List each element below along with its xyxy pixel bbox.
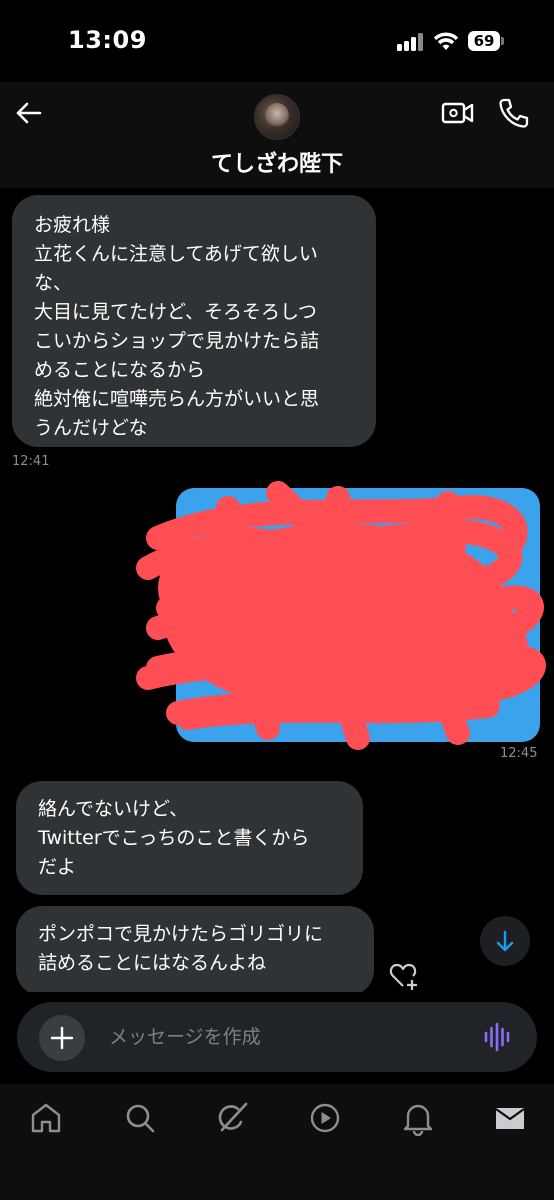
message-line: だよ	[38, 856, 77, 878]
contact-name[interactable]: てしざわ陛下	[0, 146, 554, 178]
add-reaction-heart-icon[interactable]	[388, 960, 420, 992]
message-line: 詰めることにはなるんよね	[38, 952, 267, 974]
battery-icon: 69	[468, 31, 504, 51]
cellular-signal-icon	[397, 33, 427, 51]
message-line: めることになるから	[34, 359, 206, 381]
video-call-icon[interactable]	[440, 96, 476, 130]
status-time: 13:09	[68, 26, 147, 54]
message-line: こいからショップで見かけたら詰	[34, 330, 320, 352]
back-arrow-icon[interactable]	[12, 96, 46, 130]
wifi-icon	[433, 32, 459, 50]
message-composer	[17, 1002, 537, 1072]
phone-call-icon[interactable]	[496, 96, 532, 130]
bottom-navigation	[0, 1084, 554, 1200]
message-line: 絶対俺に喧嘩売らん方がいいと思	[34, 388, 320, 410]
bell-icon[interactable]	[400, 1100, 436, 1136]
redaction-scribble	[136, 481, 546, 750]
incoming-message[interactable]: 絡んでないけど、 Twitterでこっちのこと書くから だよ	[16, 781, 363, 895]
play-icon[interactable]	[307, 1100, 343, 1136]
message-line: うんだけどな	[34, 417, 148, 439]
message-line: ポンポコで見かけたらゴリゴリに	[38, 923, 324, 945]
plus-icon	[50, 1026, 74, 1050]
message-line: 立花くんに注意してあげて欲しい	[34, 243, 318, 265]
scroll-to-bottom-button[interactable]	[480, 916, 530, 966]
message-line: Twitterでこっちのこと書くから	[38, 827, 310, 849]
avatar[interactable]	[254, 94, 300, 140]
arrow-down-icon	[496, 930, 514, 952]
status-bar: 13:09 69	[0, 0, 554, 82]
mail-icon[interactable]	[492, 1100, 528, 1136]
message-input[interactable]	[109, 1018, 449, 1056]
message-line: 大目に見てたけど、そろそろしつ	[34, 301, 317, 323]
message-timestamp: 12:41	[12, 454, 50, 469]
battery-level: 69	[468, 31, 500, 51]
dm-conversation-screen: 13:09 69 てしざわ陛下 お疲れ様 立花くんに注意してあげて欲しい な、 …	[0, 0, 554, 1200]
search-icon[interactable]	[122, 1100, 158, 1136]
message-timestamp: 12:45	[500, 746, 538, 761]
message-line: な、	[34, 272, 73, 294]
grok-icon[interactable]	[214, 1100, 250, 1136]
conversation-header: てしざわ陛下	[0, 82, 554, 188]
composer-area	[0, 992, 554, 1084]
incoming-message[interactable]: ポンポコで見かけたらゴリゴリに 詰めることにはなるんよね	[16, 906, 374, 996]
message-line: お疲れ様	[34, 214, 111, 236]
add-media-button[interactable]	[39, 1015, 85, 1061]
voice-message-icon[interactable]	[483, 1021, 513, 1053]
message-line: 絡んでないけど、	[38, 798, 189, 820]
incoming-message[interactable]: お疲れ様 立花くんに注意してあげて欲しい な、 大目に見てたけど、そろそろしつ …	[12, 195, 376, 447]
home-icon[interactable]	[28, 1100, 64, 1136]
